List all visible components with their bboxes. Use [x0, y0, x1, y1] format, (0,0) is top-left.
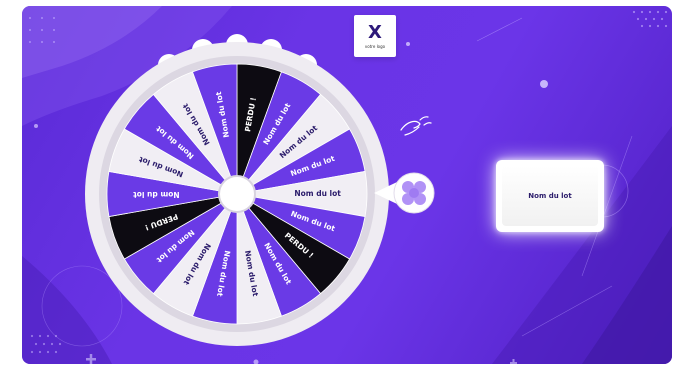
wheel-segment-label: Nom du lot: [133, 190, 180, 199]
prize-label: Nom du lot: [528, 192, 572, 200]
prize-card-inner: Nom du lot: [502, 166, 598, 226]
game-stage: X votre logo PERDU ! Nom du lot Nom du lot…: [22, 6, 672, 364]
prize-card: Nom du lot: [496, 160, 604, 232]
wheel-segment-label: Nom du lot: [294, 189, 341, 198]
hand-swipe-icon: [400, 116, 432, 136]
wheel-hub[interactable]: [218, 175, 256, 213]
